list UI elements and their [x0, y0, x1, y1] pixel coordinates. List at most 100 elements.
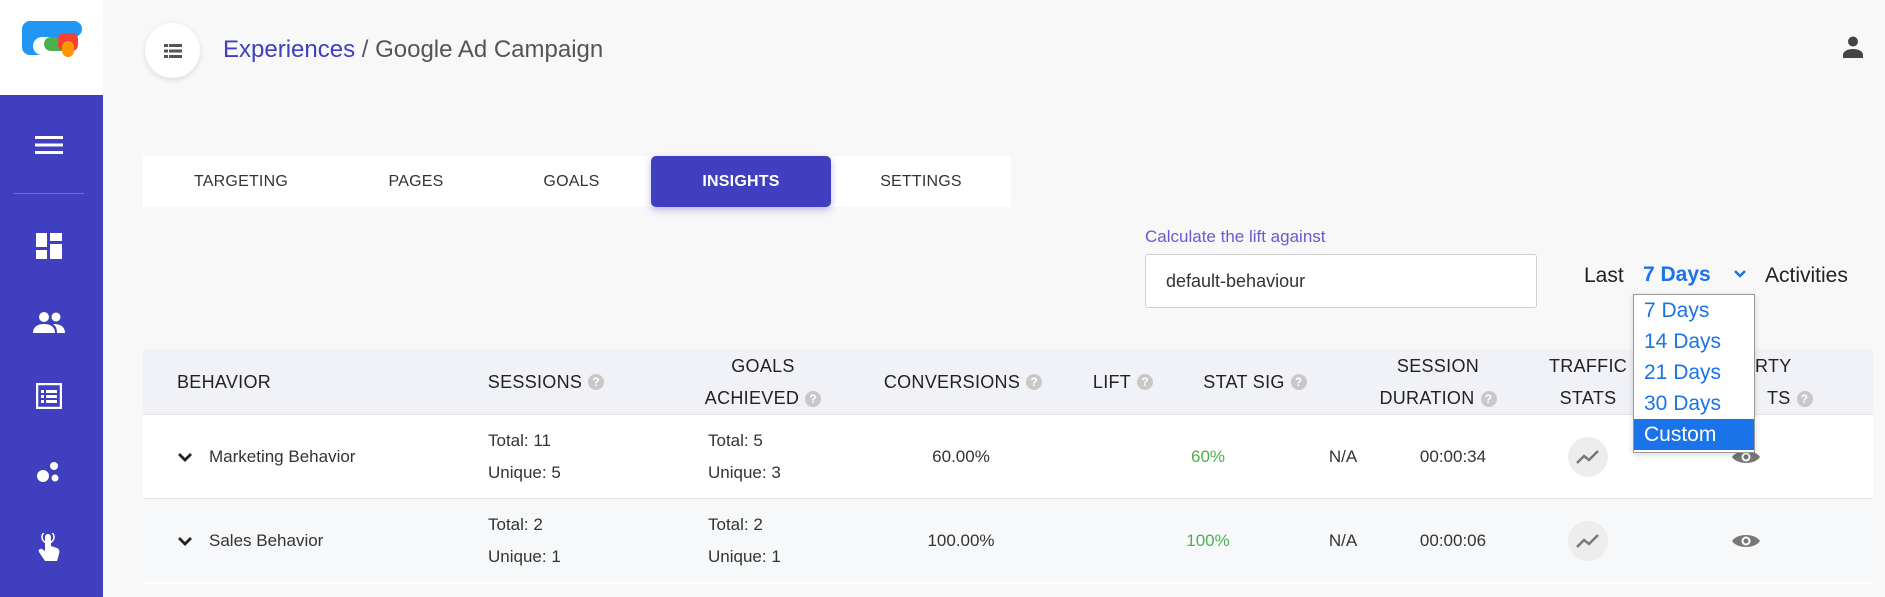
- th-lift: LIFT?: [1083, 349, 1163, 414]
- traffic-stats-cell: [1568, 499, 1608, 583]
- lift-value: 100%: [1186, 531, 1230, 550]
- th-conversions-label: CONVERSIONS: [883, 371, 1021, 392]
- period-suffix: Activities: [1765, 264, 1848, 287]
- period-option-14[interactable]: 14 Days: [1634, 326, 1754, 357]
- sessions-unique: Unique: 1: [488, 547, 561, 566]
- sessions-total: Total: 11: [488, 431, 552, 450]
- sessions-cell: Total: 11 Unique: 5: [488, 415, 608, 499]
- period-option-custom[interactable]: Custom: [1634, 419, 1754, 450]
- table-row: Sales Behavior Total: 2 Unique: 1 Total:…: [143, 498, 1873, 582]
- help-icon[interactable]: ?: [1137, 373, 1154, 390]
- sessions-total: Total: 2: [488, 515, 543, 534]
- th-goals-achieved: GOALS ACHIEVED?: [663, 349, 863, 414]
- help-icon[interactable]: ?: [588, 373, 605, 390]
- breadcrumb-current: Google Ad Campaign: [375, 36, 604, 63]
- help-icon[interactable]: ?: [1796, 390, 1813, 407]
- duration-value: 00:00:06: [1419, 531, 1487, 550]
- th-third-line2: TS: [1767, 387, 1791, 408]
- tab-settings[interactable]: SETTINGS: [831, 156, 1011, 207]
- app-logo[interactable]: [0, 0, 103, 95]
- goals-cell: Total: 2 Unique: 1: [708, 499, 828, 583]
- bubbles-icon[interactable]: [29, 452, 69, 492]
- goals-unique: Unique: 1: [708, 547, 781, 566]
- th-session-duration: SESSION DURATION?: [1358, 349, 1518, 414]
- row-behavior[interactable]: Marketing Behavior: [177, 415, 355, 499]
- help-icon[interactable]: ?: [805, 390, 822, 407]
- goals-total: Total: 5: [708, 431, 763, 450]
- lift-value: 60%: [1190, 447, 1226, 466]
- th-sessions-label: SESSIONS: [487, 371, 583, 392]
- behavior-name: Sales Behavior: [209, 531, 324, 550]
- trending-icon: [1576, 534, 1599, 548]
- chevron-down-icon[interactable]: [177, 536, 193, 547]
- help-icon[interactable]: ?: [1026, 373, 1043, 390]
- period-dropdown: 7 Days 14 Days 21 Days 30 Days Custom: [1633, 294, 1755, 453]
- logo-icon: [22, 21, 82, 57]
- touch-icon[interactable]: [29, 528, 69, 568]
- conversions-value: 60.00%: [932, 447, 990, 466]
- eye-icon[interactable]: [1731, 531, 1761, 551]
- row-behavior[interactable]: Sales Behavior: [177, 499, 323, 583]
- lift-baseline-value: default-behaviour: [1166, 270, 1306, 291]
- th-traffic-stats: TRAFFIC STATS: [1543, 349, 1633, 414]
- sidebar: [0, 0, 103, 597]
- help-icon[interactable]: ?: [1290, 373, 1307, 390]
- breadcrumb-link-experiences[interactable]: Experiences: [223, 36, 355, 63]
- goals-cell: Total: 5 Unique: 3: [708, 415, 828, 499]
- traffic-stats-button[interactable]: [1568, 437, 1608, 477]
- hamburger-menu-icon[interactable]: [29, 125, 69, 165]
- period-select[interactable]: 7 Days: [1643, 263, 1711, 287]
- tab-insights[interactable]: INSIGHTS: [651, 156, 831, 207]
- tab-targeting[interactable]: TARGETING: [143, 156, 339, 207]
- traffic-stats-cell: [1568, 415, 1608, 499]
- goals-unique: Unique: 3: [708, 463, 781, 482]
- table-row: Marketing Behavior Total: 11 Unique: 5 T…: [143, 414, 1873, 498]
- period-option-21[interactable]: 21 Days: [1634, 357, 1754, 388]
- trending-icon: [1576, 450, 1599, 464]
- th-stat-sig-label: STAT SIG: [1203, 371, 1285, 392]
- th-traffic-line1: TRAFFIC: [1548, 355, 1628, 376]
- dashboard-icon[interactable]: [29, 226, 69, 266]
- th-duration-line1: SESSION: [1396, 355, 1480, 376]
- behavior-name: Marketing Behavior: [209, 447, 356, 466]
- sidebar-divider: [14, 193, 84, 194]
- third-party-cell: [1726, 499, 1766, 583]
- goals-total: Total: 2: [708, 515, 763, 534]
- list-icon[interactable]: [29, 376, 69, 416]
- traffic-stats-button[interactable]: [1568, 521, 1608, 561]
- th-goals-line2: ACHIEVED: [704, 387, 800, 408]
- breadcrumb: Experiences / Google Ad Campaign: [223, 36, 603, 64]
- th-conversions: CONVERSIONS?: [873, 349, 1053, 414]
- period-option-7[interactable]: 7 Days: [1634, 295, 1754, 326]
- chevron-down-icon[interactable]: [177, 452, 193, 463]
- insights-table: BEHAVIOR SESSIONS? GOALS ACHIEVED? CONVE…: [143, 349, 1873, 584]
- th-sessions: SESSIONS?: [476, 349, 616, 414]
- tab-goals[interactable]: GOALS: [493, 156, 650, 207]
- list-view-icon: [163, 43, 182, 58]
- th-duration-line2: DURATION: [1379, 387, 1475, 408]
- th-traffic-line2: STATS: [1559, 387, 1617, 408]
- th-third-line1: RTY: [1755, 355, 1792, 376]
- view-list-button[interactable]: [145, 23, 200, 78]
- tab-bar: TARGETING PAGES GOALS INSIGHTS SETTINGS: [143, 156, 1011, 207]
- duration-value: 00:00:34: [1419, 447, 1487, 466]
- breadcrumb-separator: /: [355, 36, 376, 63]
- help-icon[interactable]: ?: [1480, 390, 1497, 407]
- period-prefix: Last: [1584, 264, 1624, 287]
- lift-baseline-select[interactable]: default-behaviour: [1145, 254, 1537, 308]
- stat-sig-value: N/A: [1328, 447, 1358, 466]
- sessions-unique: Unique: 5: [488, 463, 561, 482]
- users-icon[interactable]: [29, 302, 69, 342]
- user-account-icon[interactable]: [1843, 36, 1863, 63]
- th-third-party-stats: RTY TS?: [1755, 349, 1845, 414]
- period-option-30[interactable]: 30 Days: [1634, 388, 1754, 419]
- table-header: BEHAVIOR SESSIONS? GOALS ACHIEVED? CONVE…: [143, 349, 1873, 414]
- chevron-down-icon[interactable]: [1733, 266, 1747, 284]
- tab-pages[interactable]: PAGES: [339, 156, 493, 207]
- th-stat-sig: STAT SIG?: [1195, 349, 1315, 414]
- th-behavior: BEHAVIOR: [177, 371, 272, 392]
- stat-sig-value: N/A: [1328, 531, 1358, 550]
- th-goals-line1: GOALS: [731, 355, 795, 376]
- th-lift-label: LIFT: [1092, 371, 1132, 392]
- lift-label: Calculate the lift against: [1145, 227, 1326, 246]
